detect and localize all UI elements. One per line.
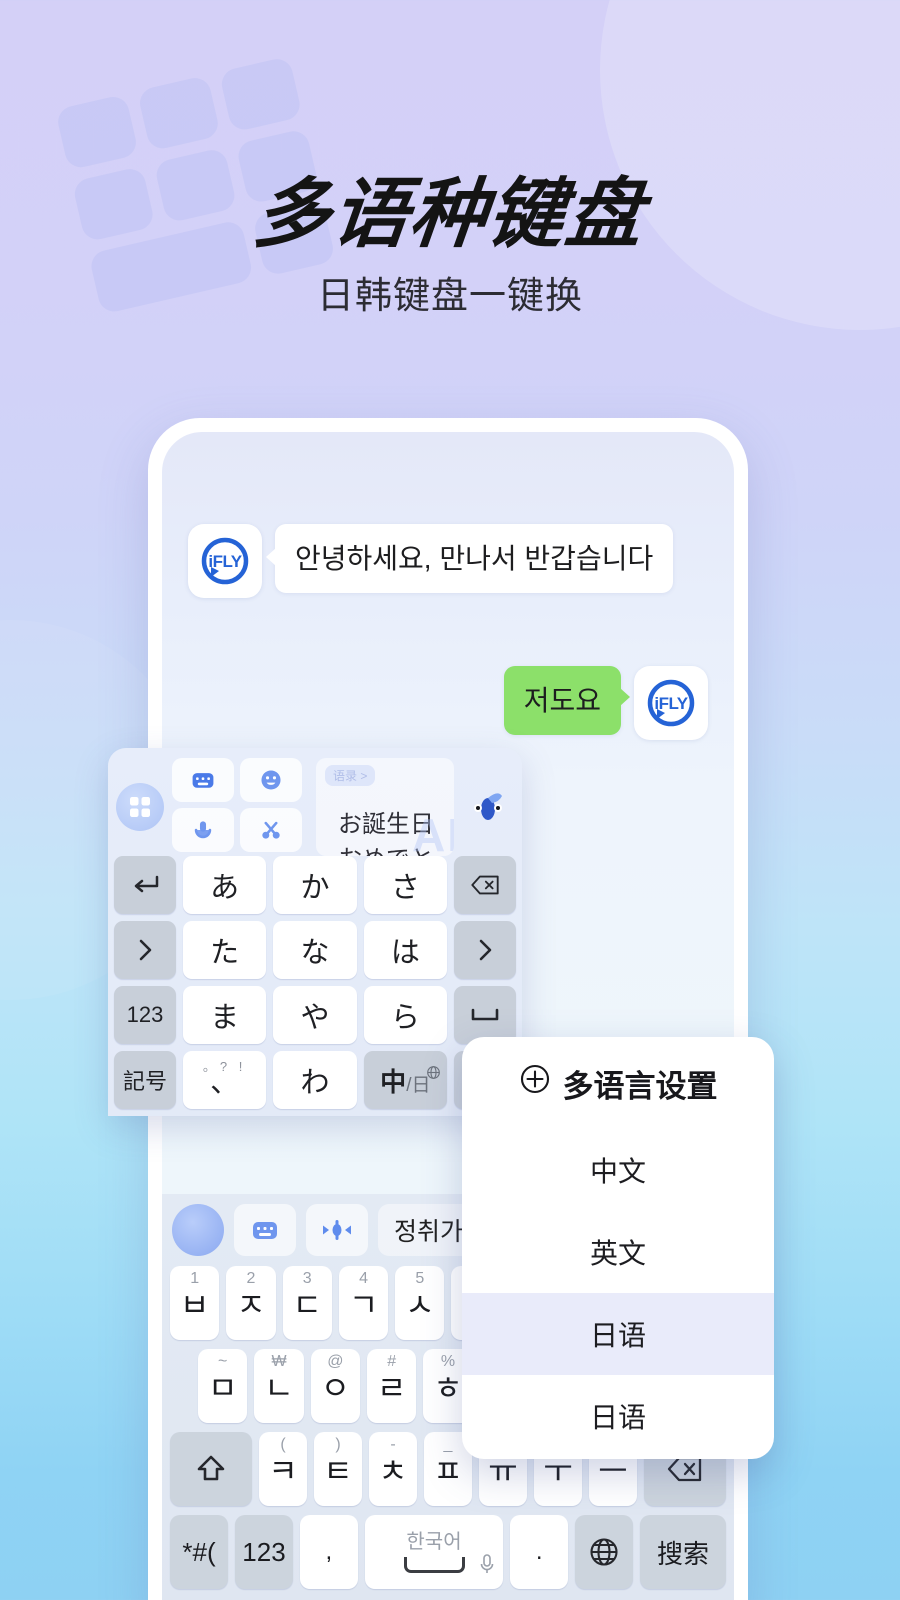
- kana-ma-key[interactable]: ま: [183, 986, 267, 1044]
- chat-message-outgoing: 저도요 iFLY: [188, 666, 708, 740]
- keyboard-icon[interactable]: [172, 758, 234, 802]
- page-subtitle: 日韩键盘一键换: [317, 275, 583, 316]
- korean-key-row-4: *#( 123 , 한국어 . 搜索: [170, 1515, 727, 1589]
- globe-icon[interactable]: [575, 1515, 634, 1589]
- avatar: iFLY: [188, 524, 262, 598]
- chat-bubble-out: 저도요: [503, 666, 631, 735]
- kana-na-key[interactable]: な: [273, 921, 357, 979]
- brand-dot-icon[interactable]: [172, 1204, 224, 1256]
- hangul-m-key[interactable]: ~ ㅁ: [198, 1349, 248, 1423]
- ifly-logo-icon: iFLY: [647, 679, 695, 727]
- popup-item-english[interactable]: 英文: [462, 1211, 774, 1293]
- next-candidate-key[interactable]: [453, 921, 516, 979]
- hangul-n-key[interactable]: ₩ ㄴ: [254, 1349, 304, 1423]
- kana-ka-key[interactable]: か: [273, 856, 357, 914]
- popup-title: 多语言设置: [562, 1068, 718, 1104]
- language-switch-key[interactable]: 中/日: [363, 1051, 447, 1109]
- space-bar-icon: [471, 1008, 499, 1021]
- japanese-keyboard-card: 语录 > お誕生日おめでと AI あ か さ: [108, 748, 522, 1116]
- popup-item-japanese[interactable]: 日语: [462, 1375, 774, 1457]
- japanese-key-row-3: 123 ま や ら: [114, 986, 516, 1044]
- kana-ha-key[interactable]: は: [363, 921, 447, 979]
- backspace-icon: [667, 1456, 702, 1482]
- hangul-r-key[interactable]: # ㄹ: [366, 1349, 417, 1423]
- chevron-right-icon: [479, 939, 492, 961]
- popup-header[interactable]: 多语言设置: [462, 1037, 774, 1129]
- emoji-icon[interactable]: [240, 758, 302, 802]
- grid-icon[interactable]: [116, 783, 164, 831]
- ai-watermark: AI: [412, 809, 454, 856]
- space-key[interactable]: [453, 986, 516, 1044]
- hangul-ng-key[interactable]: @ ㅇ: [310, 1349, 360, 1423]
- kana-wa-key[interactable]: わ: [273, 1051, 357, 1109]
- symbols-key[interactable]: *#(: [170, 1515, 228, 1589]
- return-arrow-icon: [134, 875, 159, 893]
- kana-ta-key[interactable]: た: [183, 921, 267, 979]
- bird-icon[interactable]: [462, 758, 514, 856]
- popup-item-japanese-selected[interactable]: 日语: [462, 1293, 774, 1375]
- kana-a-key[interactable]: あ: [183, 856, 267, 914]
- language-settings-popup: 多语言设置 中文 英文 日语 日语: [462, 1037, 774, 1459]
- shift-key[interactable]: [170, 1432, 252, 1506]
- kana-sa-key[interactable]: さ: [363, 856, 447, 914]
- period-key[interactable]: .: [510, 1515, 569, 1589]
- comma-key[interactable]: ,: [300, 1515, 358, 1589]
- globe-icon: [426, 1055, 441, 1088]
- backspace-icon: [471, 875, 499, 895]
- japanese-key-row-2: た な は: [114, 921, 516, 979]
- hangul-g-key[interactable]: 4ㄱ: [338, 1266, 389, 1340]
- hangul-k-key[interactable]: (ㅋ: [259, 1432, 307, 1506]
- japanese-input-preview[interactable]: 语录 > お誕生日おめでと AI: [316, 758, 454, 856]
- quote-badge[interactable]: 语录 >: [325, 765, 376, 786]
- mic-icon[interactable]: [479, 1546, 495, 1583]
- avatar: iFLY: [634, 666, 708, 740]
- search-key[interactable]: 搜索: [640, 1515, 727, 1589]
- chat-message-incoming: iFLY 안녕하세요, 만나서 반갑습니다: [188, 524, 708, 598]
- hangul-t-key[interactable]: ) ㅌ: [314, 1432, 362, 1506]
- hangul-s-key[interactable]: 5ㅅ: [395, 1266, 445, 1340]
- japanese-toolbar-tiles: [172, 758, 302, 856]
- kana-ya-key[interactable]: や: [273, 986, 357, 1044]
- japanese-key-area: あ か さ た な は 123 ま や ら 記号 。? ! 、 わ 中/日: [108, 856, 522, 1109]
- cursor-right-key[interactable]: [114, 921, 176, 979]
- hangul-ch-key[interactable]: -ㅊ: [369, 1432, 417, 1506]
- plus-circle-icon[interactable]: [519, 1063, 551, 1103]
- japanese-key-row-4: 記号 。? ! 、 わ 中/日: [114, 1051, 516, 1109]
- japanese-key-row-1: あ か さ: [114, 856, 516, 914]
- hangul-j-key[interactable]: 2ㅈ: [226, 1266, 276, 1340]
- svg-text:iFLY: iFLY: [208, 552, 242, 571]
- chat-thread: iFLY 안녕하세요, 만나서 반갑습니다 저도요 iFLY: [162, 524, 734, 740]
- punctuation-key[interactable]: 。? ! 、: [183, 1051, 267, 1109]
- enter-return-key[interactable]: [114, 856, 176, 914]
- japanese-keyboard-toolbar: 语录 > お誕生日おめでと AI: [108, 748, 522, 856]
- language-switch-label: 中/日: [380, 1066, 431, 1097]
- shift-arrow-icon: [197, 1455, 225, 1481]
- chat-bubble-in: 안녕하세요, 만나서 반갑습니다: [265, 524, 674, 593]
- ifly-logo-icon: iFLY: [201, 537, 249, 585]
- chevron-right-icon: [139, 939, 152, 961]
- popup-item-chinese[interactable]: 中文: [462, 1129, 774, 1211]
- cursor-move-icon[interactable]: [306, 1204, 368, 1256]
- svg-text:iFLY: iFLY: [654, 694, 688, 713]
- backspace-key[interactable]: [453, 856, 516, 914]
- space-key[interactable]: 한국어: [364, 1515, 504, 1589]
- punctuation-alt-labels: 。? !: [202, 1059, 247, 1074]
- hangul-d-key[interactable]: 3ㄷ: [282, 1266, 332, 1340]
- numeric-mode-key[interactable]: 123: [235, 1515, 293, 1589]
- page-title: 多语种键盘: [249, 169, 649, 258]
- mic-icon[interactable]: [172, 808, 234, 852]
- keyboard-icon[interactable]: [234, 1204, 296, 1256]
- scissors-icon[interactable]: [240, 808, 302, 852]
- kana-ra-key[interactable]: ら: [363, 986, 447, 1044]
- hangul-b-key[interactable]: 1ㅂ: [170, 1266, 220, 1340]
- numeric-mode-key[interactable]: 123: [114, 986, 176, 1044]
- space-bar-glyph: [403, 1557, 465, 1573]
- page-headline-wrap: 多语种键盘: [0, 152, 900, 262]
- symbols-key[interactable]: 記号: [114, 1051, 176, 1109]
